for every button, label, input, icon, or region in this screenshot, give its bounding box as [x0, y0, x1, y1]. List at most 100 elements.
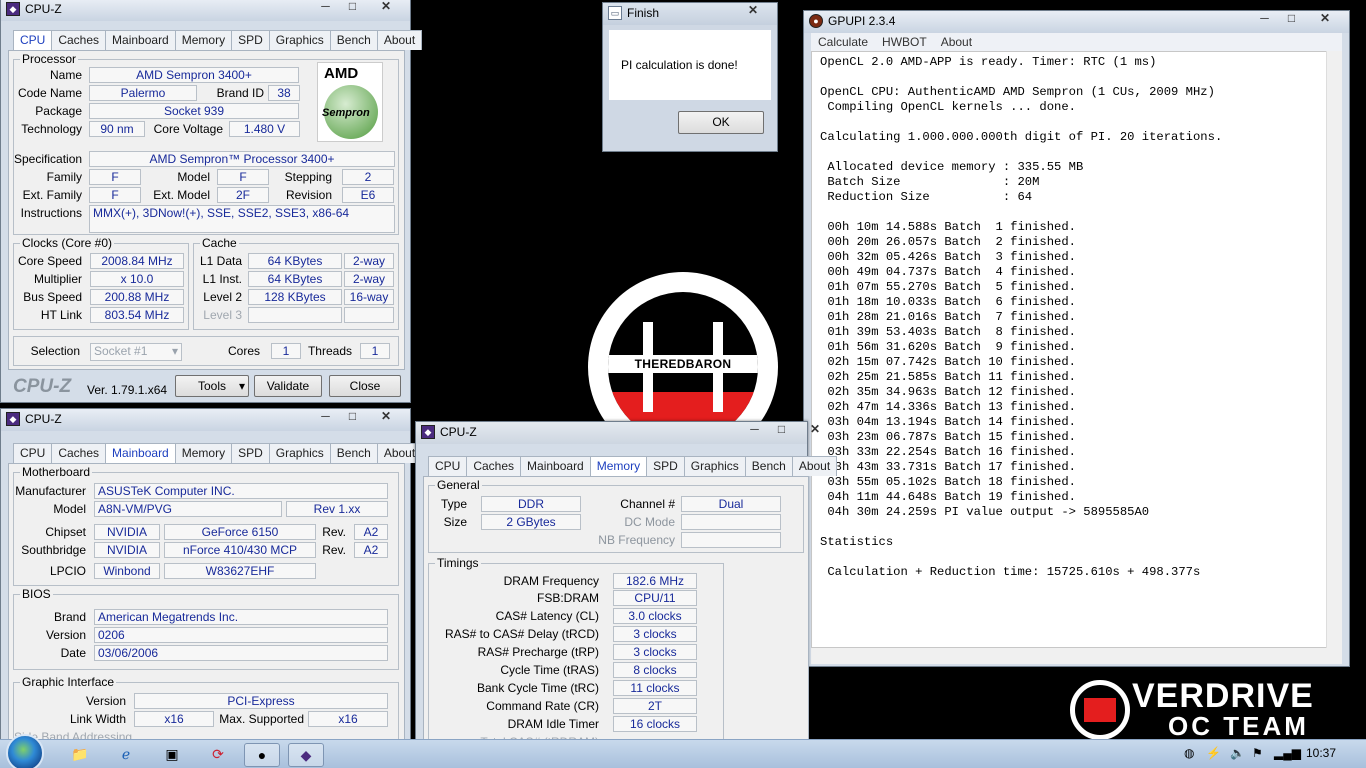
cpuz-taskbar-icon[interactable]: ◆ — [288, 743, 324, 767]
explorer-icon[interactable]: 📁 — [62, 743, 98, 767]
channel-label: Channel # — [620, 497, 675, 511]
minimize-button[interactable]: ─ — [312, 0, 339, 16]
tab-cpu[interactable]: CPU — [428, 456, 468, 476]
dram-frequency-value: 182.6 MHz — [613, 573, 697, 589]
tab-mainboard[interactable]: Mainboard — [105, 30, 176, 50]
tab-graphics[interactable]: Graphics — [268, 30, 331, 50]
tab-memory[interactable]: Memory — [174, 30, 233, 50]
close-app-button[interactable]: Close — [329, 375, 401, 397]
minimize-button[interactable]: ─ — [312, 409, 339, 426]
validate-button[interactable]: Validate — [254, 375, 322, 397]
maximize-button[interactable]: □ — [339, 0, 366, 16]
usb-icon[interactable]: ⚡ — [1206, 746, 1221, 760]
dialog-message: PI calculation is done! — [621, 58, 738, 72]
maximize-button[interactable]: □ — [768, 422, 795, 439]
trcd-label: RAS# to CAS# Delay (tRCD) — [444, 627, 599, 641]
tab-caches[interactable]: Caches — [51, 30, 107, 50]
tab-cpu[interactable]: CPU — [13, 30, 53, 51]
title-bar[interactable]: ▭ Finish ✕ — [603, 3, 777, 25]
lpcio-label: LPCIO — [49, 564, 86, 578]
horizontal-scrollbar[interactable] — [811, 648, 1342, 664]
trcd-value: 3 clocks — [613, 626, 697, 642]
menu-about[interactable]: About — [934, 33, 979, 51]
motherboard-group-label: Motherboard — [20, 465, 93, 479]
menu-hwbot[interactable]: HWBOT — [875, 33, 934, 51]
tab-spd[interactable]: SPD — [231, 30, 270, 50]
instructions-value: MMX(+), 3DNow!(+), SSE, SSE2, SSE3, x86-… — [89, 205, 395, 233]
motherboard-group: Motherboard Manufacturer ASUSTeK Compute… — [13, 465, 399, 586]
title-bar[interactable]: ● GPUPI 2.3.4 ─ □ ✕ — [804, 11, 1349, 33]
maximize-button[interactable]: □ — [339, 409, 366, 426]
network-icon[interactable]: ◍ — [1184, 746, 1194, 760]
general-group-label: General — [435, 478, 482, 492]
tab-memory[interactable]: Memory — [174, 443, 233, 463]
tab-mainboard[interactable]: Mainboard — [520, 456, 591, 476]
tab-spd[interactable]: SPD — [231, 443, 270, 463]
link-width-value: x16 — [134, 711, 214, 727]
start-button[interactable] — [6, 734, 44, 768]
bus-speed-label: Bus Speed — [23, 290, 82, 304]
tab-about[interactable]: About — [376, 30, 423, 50]
tool-icon[interactable]: ⟳ — [200, 743, 236, 767]
tab-about[interactable]: About — [791, 456, 838, 476]
tab-memory[interactable]: Memory — [589, 456, 648, 477]
gpupi-taskbar-icon[interactable]: ● — [244, 743, 280, 767]
trc-label: Bank Cycle Time (tRC) — [476, 681, 599, 695]
size-value: 2 GBytes — [481, 514, 581, 530]
flag-icon[interactable]: ⚑ — [1252, 746, 1263, 760]
internet-explorer-icon[interactable]: ℯ — [108, 743, 144, 767]
level3-way — [344, 307, 394, 323]
close-button[interactable]: ✕ — [733, 3, 773, 20]
trp-label: RAS# Precharge (tRP) — [477, 645, 599, 659]
nb-frequency-label: NB Frequency — [598, 533, 675, 547]
core-voltage-label: Core Voltage — [153, 122, 223, 136]
tab-graphics[interactable]: Graphics — [683, 456, 746, 476]
family-value: F — [89, 169, 141, 185]
name-label: Name — [49, 68, 82, 82]
minimize-button[interactable]: ─ — [1251, 11, 1278, 28]
signal-icon[interactable]: ▂▄▆ — [1274, 746, 1301, 760]
tab-bench[interactable]: Bench — [329, 30, 378, 50]
title-bar[interactable]: ◆ CPU-Z ─ □ ✕ — [1, 409, 410, 431]
close-button[interactable]: ✕ — [1305, 11, 1345, 28]
clock[interactable]: 10:37 — [1306, 746, 1336, 760]
cores-value: 1 — [271, 343, 301, 359]
tab-caches[interactable]: Caches — [466, 456, 522, 476]
dram-idle-timer-value: 16 clocks — [613, 716, 697, 732]
logo-disc: THEREDBARON — [608, 292, 758, 442]
nb-frequency-value — [681, 532, 781, 548]
tools-button[interactable]: Tools ▾ — [175, 375, 249, 397]
close-button[interactable]: ✕ — [366, 0, 406, 16]
cpuz-memory-window: ◆ CPU-Z ─ □ ✕ CPU Caches Mainboard Memory … — [415, 421, 838, 753]
minimize-button[interactable]: ─ — [741, 422, 768, 439]
maximize-button[interactable]: □ — [1278, 11, 1305, 28]
monitor-icon[interactable]: ▣ — [154, 743, 190, 767]
title-bar[interactable]: ◆ CPU-Z ─ □ ✕ — [416, 422, 820, 444]
vertical-scrollbar[interactable] — [1326, 51, 1342, 648]
tab-mainboard[interactable]: Mainboard — [105, 443, 176, 464]
model-value: F — [217, 169, 269, 185]
overdrive-w-mark — [1084, 698, 1116, 722]
tab-bench[interactable]: Bench — [744, 456, 793, 476]
southbridge-value: nForce 410/430 MCP — [164, 542, 316, 558]
ok-button[interactable]: OK — [678, 111, 764, 134]
cache-group-label: Cache — [200, 236, 239, 250]
sempron-logo-text: Sempron — [322, 107, 370, 119]
package-label: Package — [35, 104, 82, 118]
volume-icon[interactable]: 🔈 — [1230, 746, 1245, 760]
revision-value: E6 — [342, 187, 394, 203]
window-title: CPU-Z — [25, 2, 62, 16]
close-button[interactable]: ✕ — [795, 422, 835, 439]
selection-dropdown[interactable]: Socket #1 ▾ — [90, 343, 182, 361]
fsb-dram-value: CPU/11 — [613, 590, 697, 606]
tab-graphics[interactable]: Graphics — [268, 443, 331, 463]
tab-spd[interactable]: SPD — [646, 456, 685, 476]
tab-caches[interactable]: Caches — [51, 443, 107, 463]
mainboard-tab-page: Motherboard Manufacturer ASUSTeK Compute… — [8, 463, 405, 752]
close-button[interactable]: ✕ — [366, 409, 406, 426]
title-bar[interactable]: ◆ CPU-Z ─ □ ✕ — [1, 0, 410, 21]
tab-bench[interactable]: Bench — [329, 443, 378, 463]
menu-calculate[interactable]: Calculate — [811, 33, 875, 51]
tab-cpu[interactable]: CPU — [13, 443, 53, 463]
output-log[interactable]: OpenCL 2.0 AMD-APP is ready. Timer: RTC … — [811, 51, 1342, 648]
